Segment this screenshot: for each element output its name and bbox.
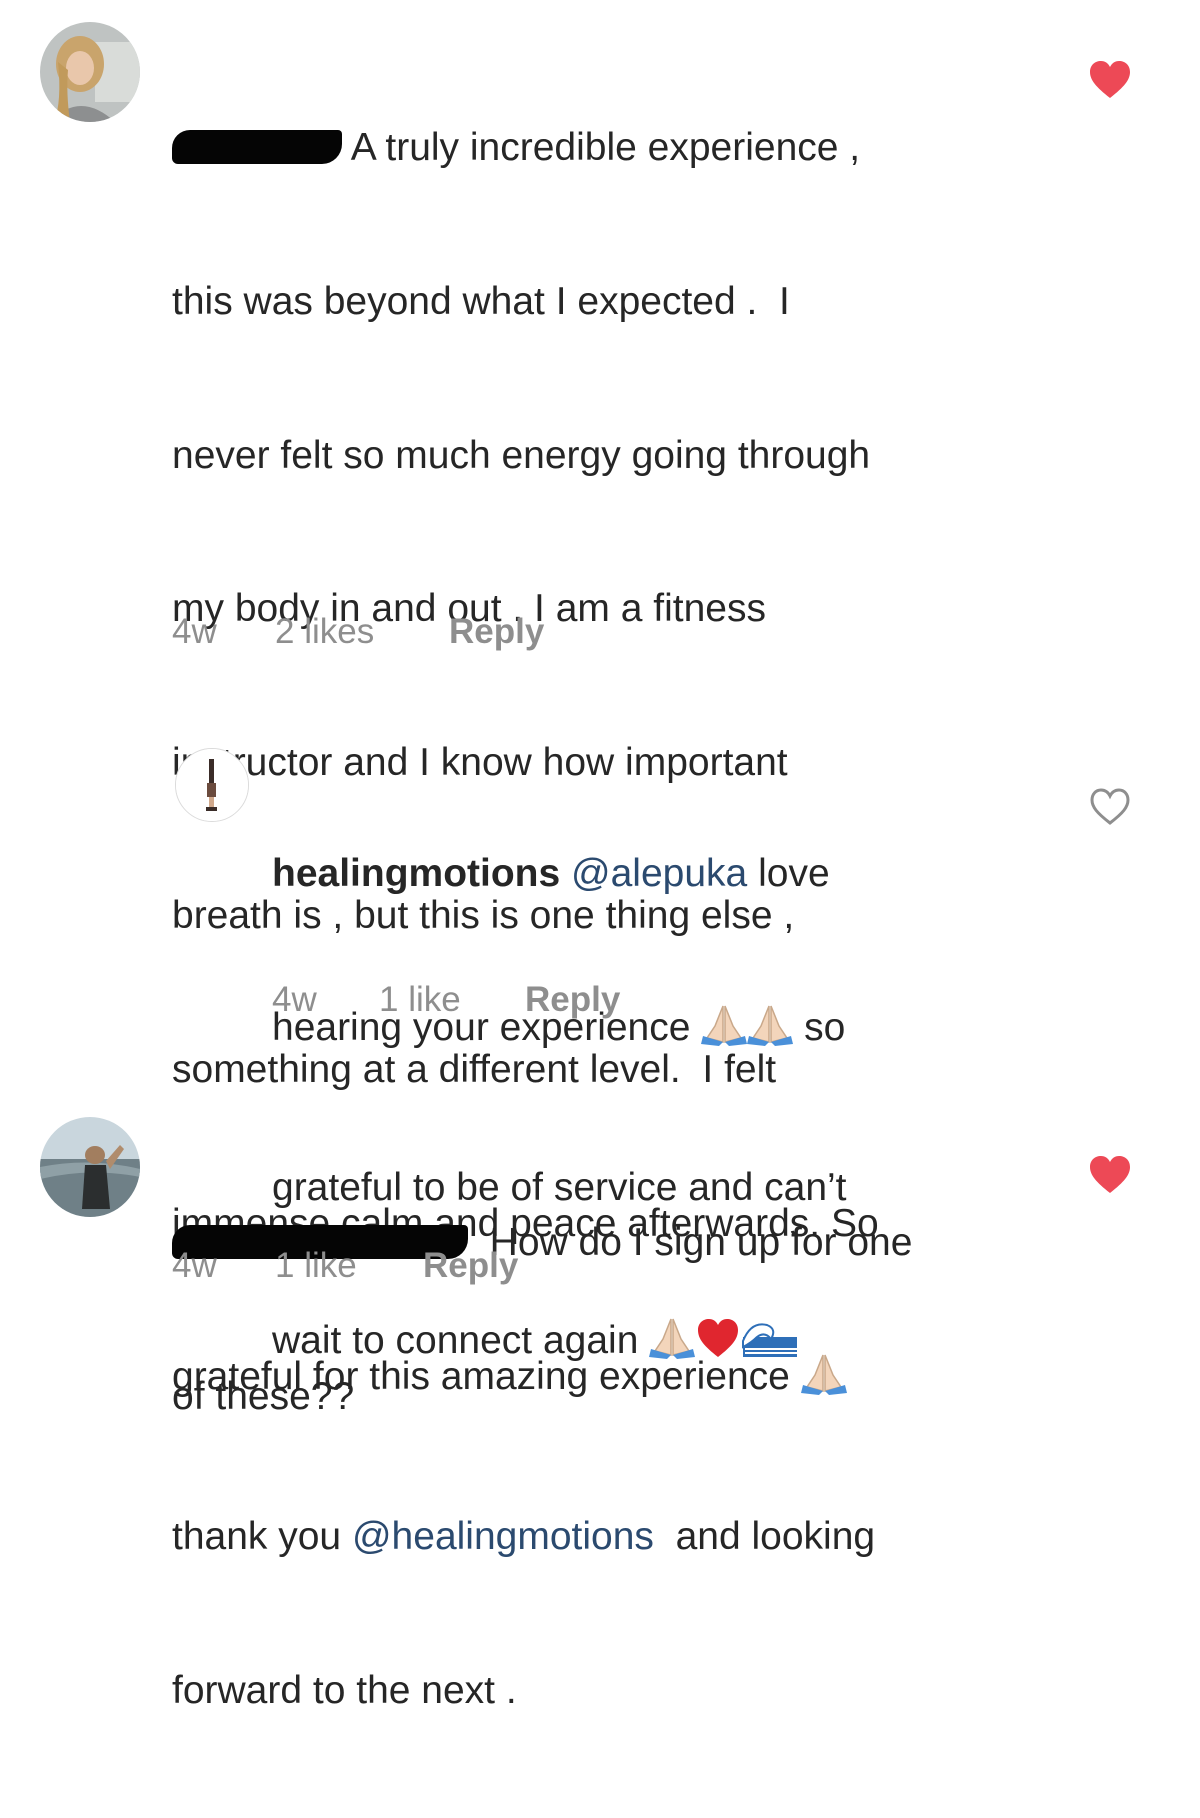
- heart-filled-icon[interactable]: [1088, 1155, 1132, 1195]
- heart-outline-icon[interactable]: [1088, 787, 1132, 827]
- likes-count[interactable]: 1 like: [379, 980, 525, 1020]
- avatar[interactable]: [40, 22, 140, 122]
- likes-count[interactable]: 1 like: [275, 1246, 423, 1286]
- comment-text: How do I sign up for one of these??: [172, 1221, 913, 1419]
- avatar[interactable]: [175, 748, 249, 822]
- folded-hands-emoji: [701, 1004, 748, 1059]
- comment-meta: 4w 1 like Reply: [172, 1246, 518, 1286]
- username-link[interactable]: healingmotions: [272, 852, 560, 895]
- timestamp: 4w: [172, 612, 217, 651]
- likes-count[interactable]: 2 likes: [275, 612, 449, 652]
- reply-button[interactable]: Reply: [525, 980, 620, 1020]
- avatar[interactable]: [40, 1117, 140, 1217]
- reply-button[interactable]: Reply: [423, 1246, 518, 1286]
- timestamp: 4w: [172, 1246, 217, 1285]
- heart-filled-icon[interactable]: [1088, 60, 1132, 100]
- folded-hands-emoji: [747, 1004, 794, 1059]
- reply-meta: 4w 1 like Reply: [272, 980, 620, 1020]
- reply-button[interactable]: Reply: [449, 612, 544, 652]
- redacted-username: [172, 130, 342, 165]
- comment-meta: 4w 2 likes Reply: [172, 612, 544, 652]
- timestamp: 4w: [272, 980, 317, 1019]
- mention-link[interactable]: @alepuka: [571, 852, 747, 895]
